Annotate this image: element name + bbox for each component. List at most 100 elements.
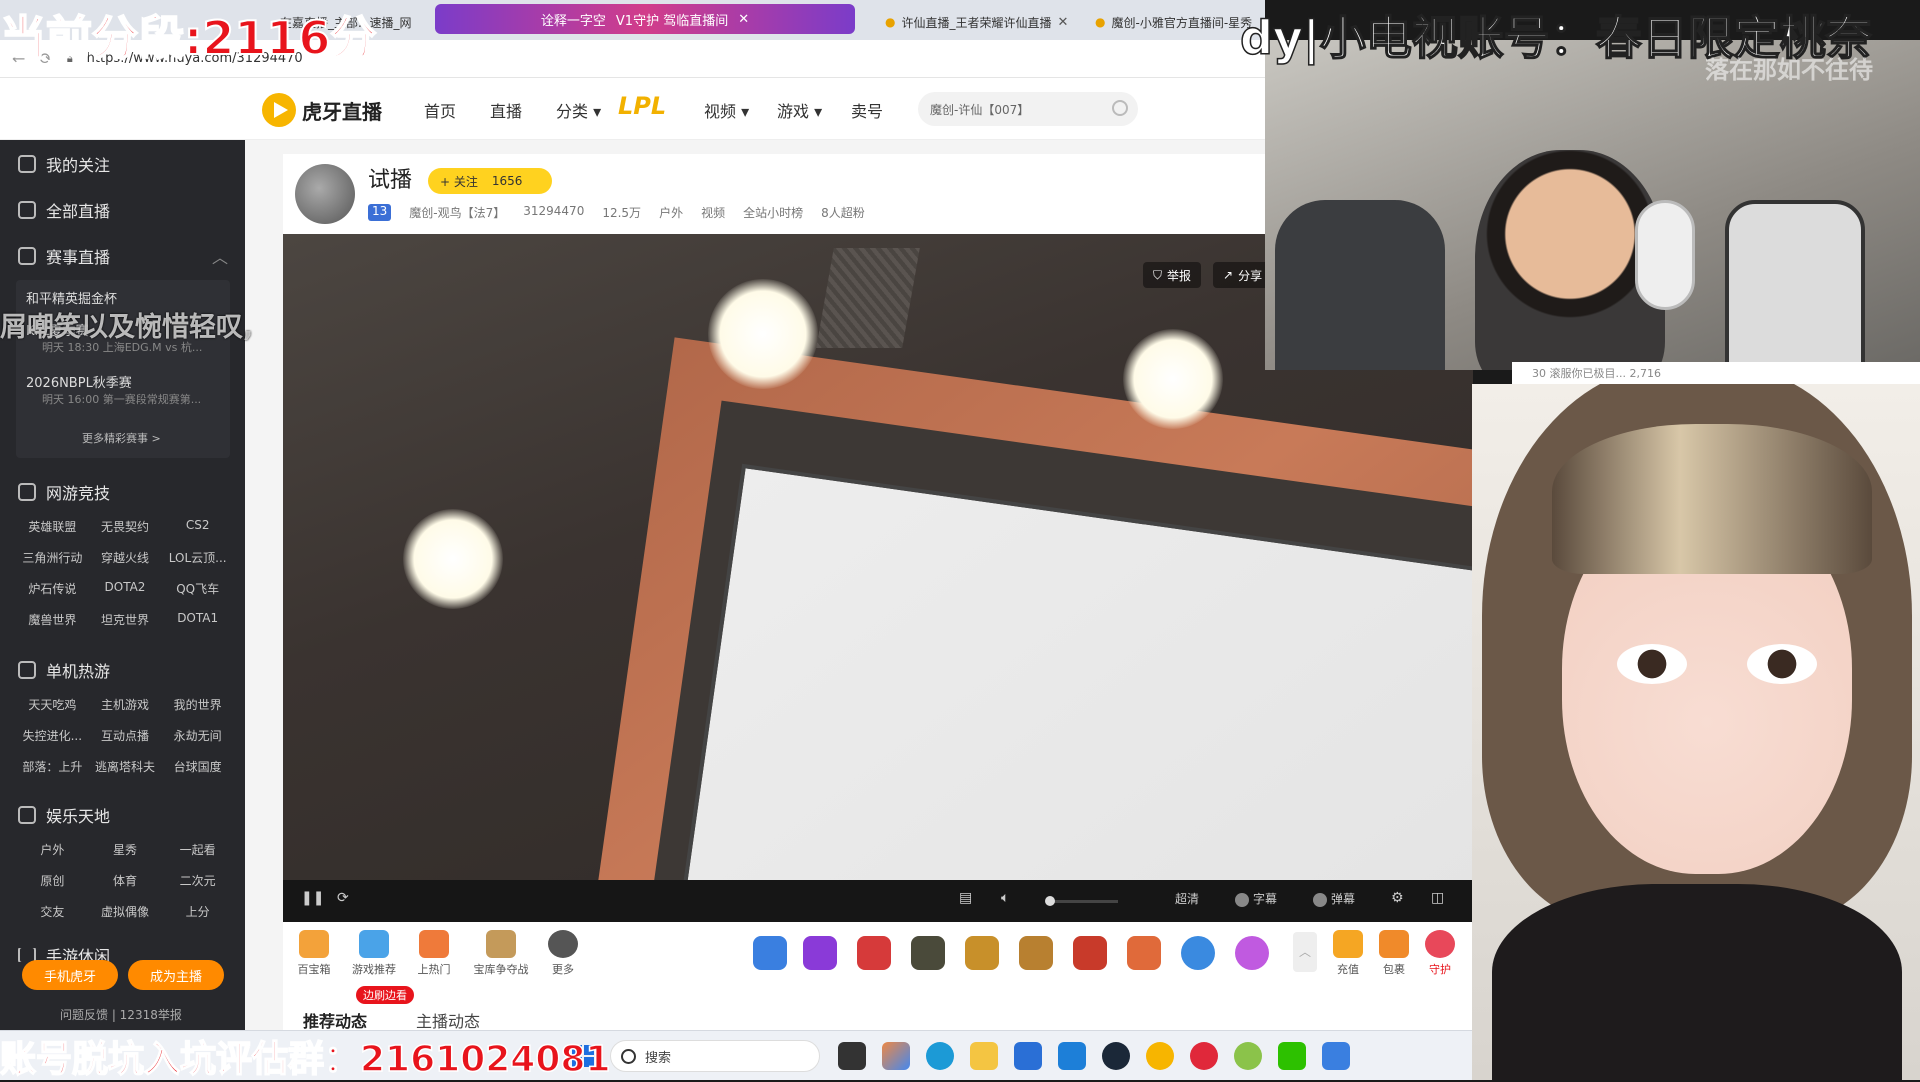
task-view-icon[interactable] [838,1042,866,1070]
nav-home[interactable]: 首页 [424,98,456,122]
danmaku-settings-icon[interactable]: ▤ [959,890,972,906]
category-item[interactable]: 主机游戏 [89,696,162,713]
refresh-icon[interactable]: ⟳ [337,890,349,906]
sidebar-section-entertainment[interactable]: 娱乐天地 [18,803,110,827]
chevron-up-icon[interactable]: ︿ [212,244,228,268]
category-item[interactable]: 逃离塔科夫 [89,758,162,775]
file-explorer-icon[interactable] [970,1042,998,1070]
netease-music-icon[interactable] [1190,1042,1218,1070]
outlook-icon[interactable] [1058,1042,1086,1070]
chevron-up-icon[interactable]: ︿ [1293,932,1317,972]
category-item[interactable]: 交友 [16,903,89,920]
list-item[interactable]: 2026NBPL秋季赛 明天 16:00 第一赛段常规赛第... [26,372,201,407]
close-icon[interactable]: ✕ [1058,15,1069,30]
close-icon[interactable]: ✕ [738,12,749,27]
anchor-name[interactable]: 魔创-观鸟【法7】 [409,204,505,221]
report-button[interactable]: ⛉ 举报 [1143,262,1202,288]
dragon-gift-icon[interactable] [1073,936,1107,970]
search-icon[interactable] [1112,100,1128,116]
treasure-box-button[interactable]: 百宝箱 [289,930,339,977]
category-item[interactable]: 穿越火线 [89,549,162,566]
nav-video[interactable]: 视频 ▾ [704,98,749,122]
nav-lpl[interactable]: LPL [618,92,666,120]
category-item[interactable]: 二次元 [161,872,234,889]
edge-icon[interactable] [926,1042,954,1070]
pause-icon[interactable]: ❚❚ [301,890,324,906]
guard-button[interactable]: 守护 [1415,930,1465,977]
sidebar-section-online-games[interactable]: 网游竞技 [18,480,110,504]
category-item[interactable]: DOTA1 [161,611,234,628]
store-icon[interactable] [1014,1042,1042,1070]
volume-icon[interactable]: 🔈︎ [1001,890,1009,906]
category-item[interactable]: 炉石传说 [16,580,89,597]
category-item[interactable]: 台球国度 [161,758,234,775]
category-item[interactable]: 无畏契约 [89,518,162,535]
category-item[interactable]: DOTA2 [89,580,162,597]
moon-gift-icon[interactable] [1181,936,1215,970]
category-item[interactable]: 体育 [89,872,162,889]
recharge-button[interactable]: 充值 [1323,930,1373,977]
sidebar-section-single-games[interactable]: 单机热游 [18,658,110,682]
become-anchor-button[interactable]: 成为主播 [128,960,224,990]
category-item[interactable]: 上分 [161,903,234,920]
sidebar-item-esports[interactable]: 赛事直播 ︿ [18,244,228,268]
promo-banner-tab[interactable]: 诠释一字空 V1守护 驾临直播间 ✕ [435,4,855,34]
steam-icon[interactable] [1102,1042,1130,1070]
volume-handle[interactable] [1045,896,1055,906]
nav-live[interactable]: 直播 [490,98,522,122]
quality-selector[interactable]: 超清 [1175,890,1199,907]
theater-mode-icon[interactable]: ◫ [1431,890,1444,906]
gun-gift-icon[interactable] [911,936,945,970]
category-item[interactable]: 部落：上升 [16,758,89,775]
category-item[interactable]: 星秀 [89,841,162,858]
search-input[interactable]: 魔创-许仙【007】 [918,92,1138,126]
browser-tab[interactable]: ● 许仙直播_王者荣耀许仙直播 ✕ [875,6,1075,38]
app-icon[interactable] [1322,1042,1350,1070]
tab-recommend[interactable]: 推荐动态 [303,1008,367,1032]
rocket-gift-icon[interactable] [1127,936,1161,970]
category-item[interactable]: LOL云顶... [161,549,234,566]
subtitle-toggle[interactable]: 字幕 [1235,890,1277,907]
category-item[interactable]: 互动点播 [89,727,162,744]
sidebar-footer[interactable]: 问题反馈 | 12318举报 [60,1006,182,1023]
game-recommend-button[interactable]: 游戏推荐 [349,930,399,977]
category-item[interactable]: 虚拟偶像 [89,903,162,920]
huya-logo[interactable]: 虎牙直播 [262,93,382,127]
more-button[interactable]: 更多 [538,930,588,977]
huya-icon[interactable] [1146,1042,1174,1070]
category-tag[interactable]: 户外 [659,204,683,221]
category-item[interactable]: 失控进化... [16,727,89,744]
video-tag[interactable]: 视频 [701,204,725,221]
nav-sell-account[interactable]: 卖号 [851,98,883,122]
nav-game[interactable]: 游戏 ▾ [777,98,822,122]
sidebar-item-all-live[interactable]: 全部直播 [18,198,110,222]
category-item[interactable]: 原创 [16,872,89,889]
category-item[interactable]: 坦克世界 [89,611,162,628]
taskbar-search[interactable]: 搜索 [610,1040,820,1072]
hour-rank[interactable]: 全站小时榜 [743,204,803,221]
heart-gift-icon[interactable] [1235,936,1269,970]
app-icon[interactable] [1234,1042,1262,1070]
category-item[interactable]: 魔兽世界 [16,611,89,628]
axe-gift-icon[interactable] [857,936,891,970]
side-watch-badge[interactable]: 边刷边看 [356,986,414,1004]
tab-anchor[interactable]: 主播动态 [416,1008,480,1032]
danmaku-toggle[interactable]: 弹幕 [1313,890,1355,907]
weekly-star-icon[interactable] [803,936,837,970]
helmet-gift-icon[interactable] [1019,936,1053,970]
treasure-battle-button[interactable]: 宝库争夺战 [469,930,533,977]
category-item[interactable]: 我的世界 [161,696,234,713]
category-item[interactable]: 英雄联盟 [16,518,89,535]
hot-button[interactable]: 上热门 [409,930,459,977]
nav-category[interactable]: 分类 ▾ [556,98,601,122]
danmaku-style-icon[interactable]: ⚙ [1391,890,1404,906]
mobile-huya-button[interactable]: 手机虎牙 [22,960,118,990]
category-item[interactable]: 三角洲行动 [16,549,89,566]
m365-icon[interactable] [882,1042,910,1070]
ai-gift-icon[interactable] [753,936,787,970]
category-item[interactable]: 永劫无间 [161,727,234,744]
follow-button[interactable]: + 关注 1656 [428,168,552,194]
sidebar-item-following[interactable]: 我的关注 [18,152,110,176]
category-item[interactable]: 天天吃鸡 [16,696,89,713]
armor-gift-icon[interactable] [965,936,999,970]
